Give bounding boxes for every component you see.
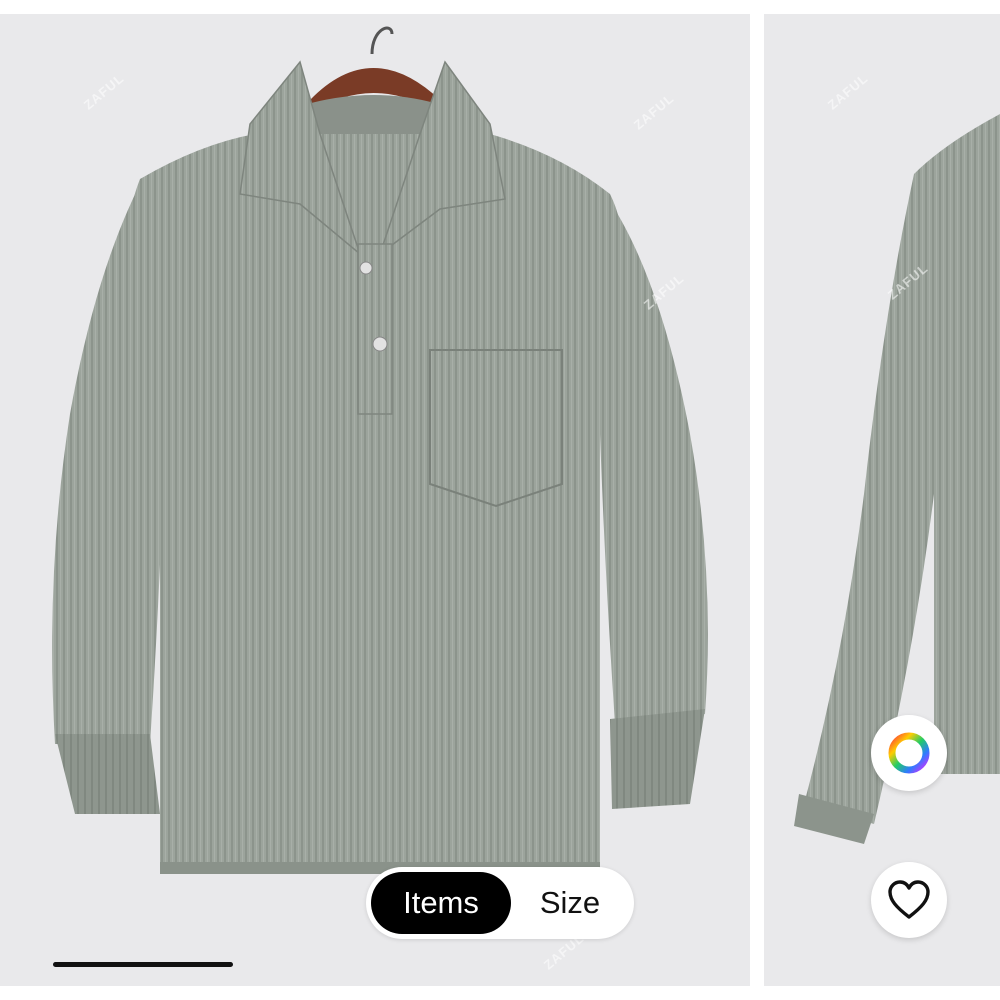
- heart-icon: [888, 880, 930, 919]
- favorite-button[interactable]: [871, 862, 947, 938]
- hanger-hook: [370, 26, 394, 55]
- shirt-pocket: [429, 349, 563, 508]
- product-image-next[interactable]: ZAFUL ZAFUL: [764, 14, 1000, 986]
- shirt-left-cuff: [55, 734, 160, 814]
- color-picker-button[interactable]: [871, 715, 947, 791]
- product-image-main[interactable]: ZAFUL ZAFUL ZAFUL ZAFUL: [0, 14, 750, 986]
- color-wheel-icon: [888, 732, 930, 774]
- gallery-scroll-indicator: [53, 962, 233, 967]
- shirt-illustration: [52, 26, 708, 874]
- shirt-left-sleeve: [52, 184, 167, 744]
- shirt-illustration: [794, 114, 1000, 844]
- toggle-items[interactable]: Items: [371, 872, 511, 934]
- toggle-size[interactable]: Size: [511, 872, 629, 934]
- product-detail-screen: ZAFUL ZAFUL ZAFUL ZAFUL ZAFUL ZAFUL Item…: [0, 0, 1000, 1000]
- view-toggle: Items Size: [366, 867, 634, 939]
- shirt-button: [372, 336, 388, 352]
- shirt-button: [359, 261, 373, 275]
- shirt-right-cuff: [610, 709, 705, 809]
- shirt-right-sleeve: [600, 194, 708, 724]
